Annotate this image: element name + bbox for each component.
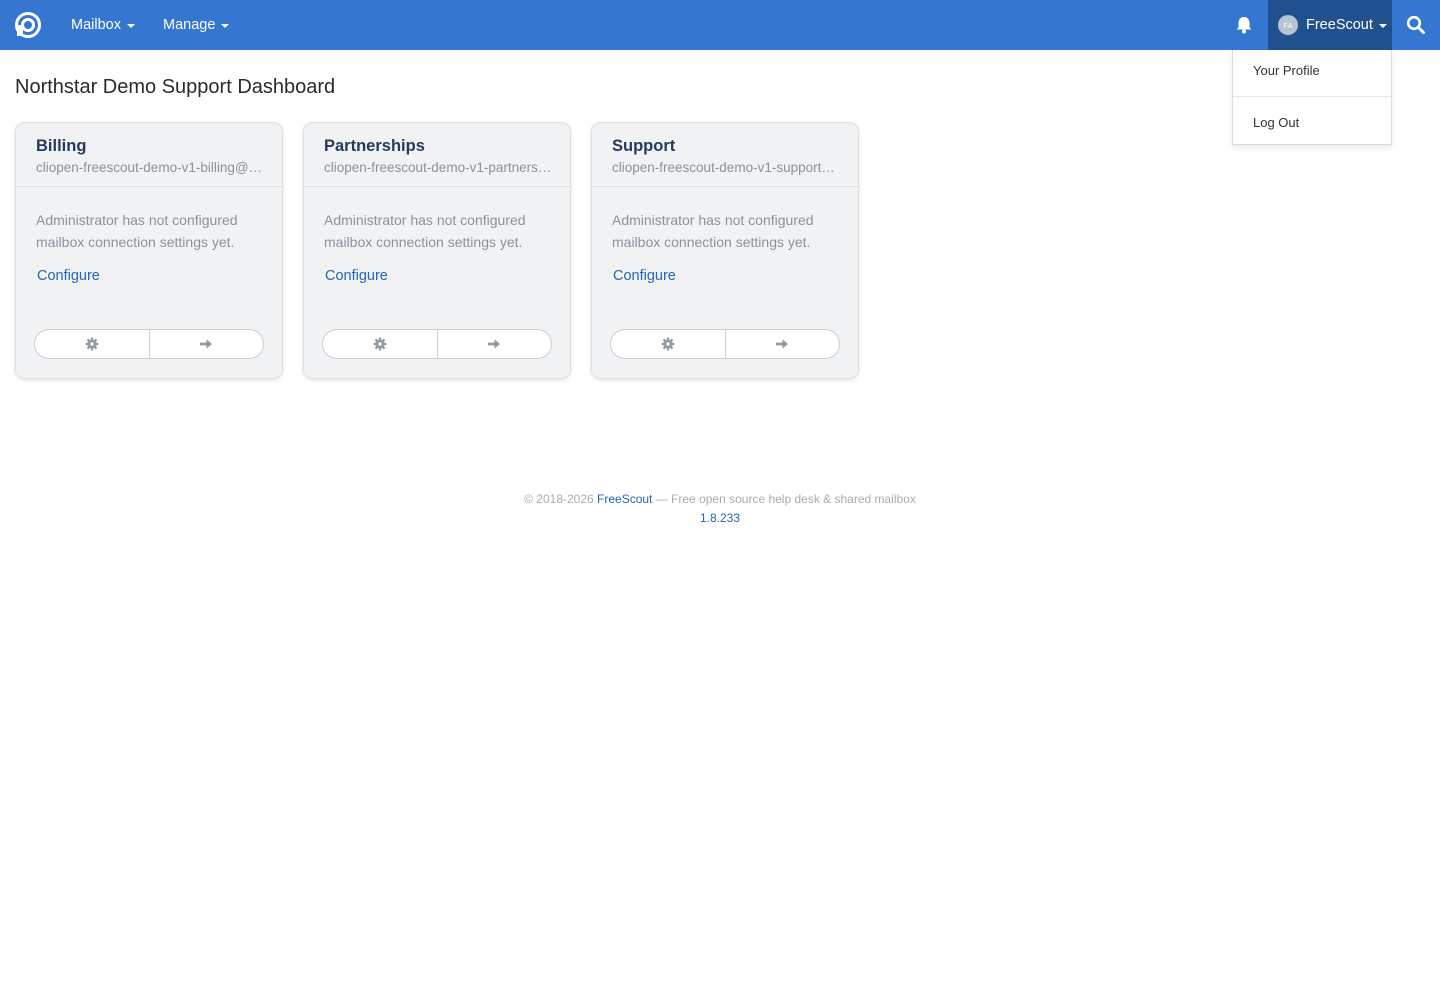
- configure-link[interactable]: Configure: [613, 268, 676, 284]
- user-dropdown: Your Profile Log Out: [1232, 50, 1392, 145]
- bell-icon[interactable]: [1233, 14, 1255, 36]
- top-navbar: Mailbox Manage FA FreeScout: [0, 0, 1440, 50]
- mailbox-card-partnerships: Partnerships cliopen-freescout-demo-v1-p…: [303, 122, 571, 379]
- mailbox-card-support: Support cliopen-freescout-demo-v1-suppor…: [591, 122, 859, 379]
- nav-manage-menu[interactable]: Manage: [163, 0, 230, 50]
- mailbox-open-button[interactable]: [724, 330, 840, 358]
- mailbox-name[interactable]: Support: [612, 137, 675, 156]
- user-menu[interactable]: FA FreeScout: [1268, 0, 1392, 50]
- mailbox-email: cliopen-freescout-demo-v1-support@exampl…: [612, 160, 844, 175]
- gear-icon: [85, 337, 99, 351]
- mailbox-settings-button[interactable]: [611, 330, 725, 358]
- mailbox-card-billing: Billing cliopen-freescout-demo-v1-billin…: [15, 122, 283, 379]
- mailbox-card-header: Billing cliopen-freescout-demo-v1-billin…: [16, 123, 282, 187]
- log-out-link[interactable]: Log Out: [1253, 115, 1299, 130]
- chevron-down-icon: [1378, 23, 1387, 28]
- footer-copyright: © 2018-2026: [524, 492, 598, 506]
- mailbox-open-button[interactable]: [436, 330, 552, 358]
- search-icon: [1406, 15, 1425, 34]
- arrow-right-icon: [200, 339, 213, 349]
- mailbox-actions: [610, 329, 840, 359]
- arrow-right-icon: [776, 339, 789, 349]
- mailbox-card-header: Partnerships cliopen-freescout-demo-v1-p…: [304, 123, 570, 187]
- page-title: Northstar Demo Support Dashboard: [15, 76, 336, 98]
- nav-manage-label: Manage: [163, 17, 216, 33]
- mailbox-status-message: Administrator has not configured mailbox…: [36, 212, 238, 250]
- nav-mailbox-label: Mailbox: [71, 17, 121, 33]
- mailbox-open-button[interactable]: [148, 330, 264, 358]
- dropdown-divider: [1233, 96, 1391, 97]
- configure-link[interactable]: Configure: [325, 268, 388, 284]
- footer-version-link[interactable]: 1.8.233: [0, 511, 1440, 525]
- arrow-right-icon: [488, 339, 501, 349]
- mailbox-email: cliopen-freescout-demo-v1-billing@exampl…: [36, 160, 268, 175]
- mailbox-card-header: Support cliopen-freescout-demo-v1-suppor…: [592, 123, 858, 187]
- gear-icon: [373, 337, 387, 351]
- search-button[interactable]: [1392, 0, 1440, 50]
- mailbox-name[interactable]: Partnerships: [324, 137, 425, 156]
- your-profile-link[interactable]: Your Profile: [1253, 63, 1320, 78]
- mailbox-email: cliopen-freescout-demo-v1-partnerships@e…: [324, 160, 556, 175]
- mailbox-actions: [34, 329, 264, 359]
- freescout-logo-icon[interactable]: [14, 11, 42, 39]
- chevron-down-icon: [221, 23, 230, 28]
- gear-icon: [661, 337, 675, 351]
- configure-link[interactable]: Configure: [37, 268, 100, 284]
- mailbox-settings-button[interactable]: [35, 330, 149, 358]
- avatar: FA: [1278, 15, 1298, 35]
- mailbox-status-message: Administrator has not configured mailbox…: [612, 212, 814, 250]
- mailbox-status-message: Administrator has not configured mailbox…: [324, 212, 526, 250]
- footer-freescout-link[interactable]: FreeScout: [597, 492, 652, 506]
- footer: © 2018-2026 FreeScout — Free open source…: [0, 492, 1440, 506]
- mailbox-name[interactable]: Billing: [36, 137, 86, 156]
- nav-mailbox-menu[interactable]: Mailbox: [71, 0, 135, 50]
- mailbox-settings-button[interactable]: [323, 330, 437, 358]
- mailbox-actions: [322, 329, 552, 359]
- chevron-down-icon: [126, 23, 135, 28]
- footer-tagline: — Free open source help desk & shared ma…: [652, 492, 916, 506]
- user-name: FreeScout: [1306, 17, 1373, 33]
